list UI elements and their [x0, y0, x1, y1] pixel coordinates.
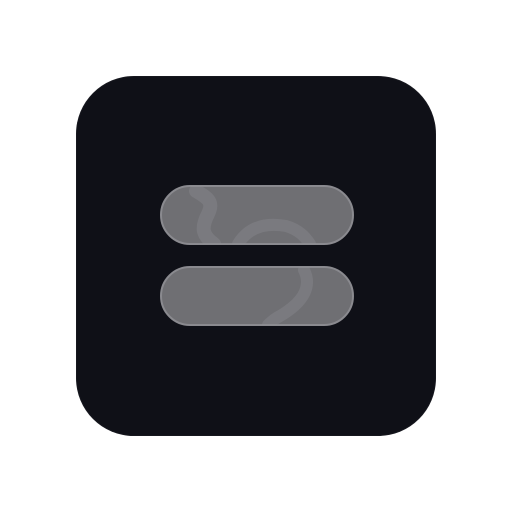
- app-icon-canvas: [0, 0, 512, 512]
- top-bar: [160, 185, 354, 245]
- bottom-bar: [160, 266, 354, 326]
- double-bar-icon: [160, 185, 354, 326]
